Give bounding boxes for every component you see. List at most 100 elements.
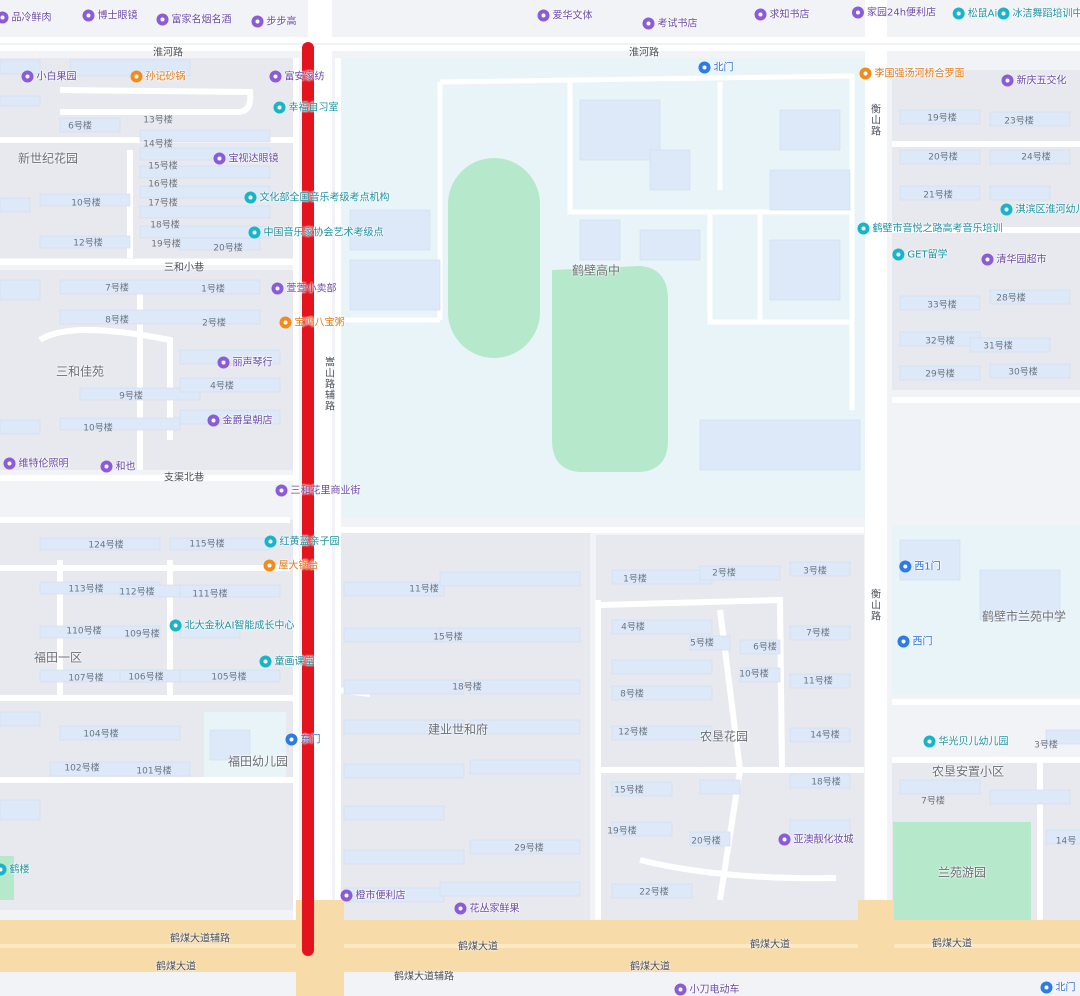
building-label: 15号楼 bbox=[614, 785, 644, 796]
poi-marker[interactable]: 和也 bbox=[100, 458, 136, 473]
poi-marker[interactable]: 华光贝儿幼儿园 bbox=[923, 733, 1009, 748]
poi-marker[interactable]: 宝视达眼镜 bbox=[213, 150, 279, 165]
poi-marker[interactable]: 丽声琴行 bbox=[217, 354, 273, 369]
poi-label: 鹤壁市音悦之路高考音乐培训 bbox=[872, 223, 1003, 235]
building-label: 112号楼 bbox=[119, 587, 155, 598]
poi-marker[interactable]: 淇滨区淮河幼儿园 bbox=[1000, 201, 1080, 216]
building-footprint bbox=[59, 725, 181, 741]
poi-marker[interactable]: 步步高 bbox=[251, 13, 297, 28]
shop-icon bbox=[981, 253, 994, 266]
area-label[interactable]: 农垦安置小区 bbox=[932, 763, 1004, 780]
school-icon bbox=[273, 101, 286, 114]
poi-label: 东门 bbox=[300, 734, 321, 746]
building-label: 106号楼 bbox=[128, 672, 164, 683]
poi-marker[interactable]: 宝鸡八宝粥 bbox=[279, 314, 345, 329]
area-label[interactable]: 新世纪花园 bbox=[18, 150, 78, 167]
poi-marker[interactable]: 新庆五交化 bbox=[1001, 72, 1067, 87]
poi-marker[interactable]: 北大金秋AI智能成长中心 bbox=[169, 617, 294, 632]
poi-marker[interactable]: GET留学 bbox=[892, 246, 948, 261]
shop-icon bbox=[0, 11, 9, 24]
building-label: 4号楼 bbox=[621, 622, 645, 633]
poi-label: 亚澳靓化妆城 bbox=[793, 834, 854, 846]
poi-marker[interactable]: 李国强汤河桥合罗面 bbox=[859, 65, 965, 80]
building-label: 30号楼 bbox=[1008, 367, 1038, 378]
poi-marker[interactable]: 富家名烟名酒 bbox=[156, 11, 232, 26]
building-footprint bbox=[343, 849, 465, 865]
poi-marker[interactable]: 小白果园 bbox=[21, 68, 77, 83]
poi-marker[interactable]: 鹤壁市音悦之路高考音乐培训 bbox=[857, 220, 1003, 235]
area-label[interactable]: 福田一区 bbox=[34, 649, 82, 666]
building-footprint bbox=[579, 99, 661, 161]
shop-icon bbox=[271, 282, 284, 295]
shop-icon bbox=[754, 8, 767, 21]
poi-marker[interactable]: 小刀电动车 bbox=[674, 981, 740, 996]
poi-label: 李国强汤河桥合罗面 bbox=[874, 68, 965, 80]
building-label: 14号楼 bbox=[143, 139, 173, 150]
poi-marker[interactable]: 维特伦照明 bbox=[3, 455, 69, 470]
road-label: 鹤煤大道 bbox=[458, 941, 498, 953]
building-label: 9号楼 bbox=[119, 391, 143, 402]
poi-marker[interactable]: 考试书店 bbox=[642, 15, 698, 30]
area-label[interactable]: 兰苑游园 bbox=[938, 864, 986, 881]
poi-label: 北门 bbox=[1055, 982, 1076, 994]
shop-icon bbox=[207, 414, 220, 427]
shop-icon bbox=[251, 15, 264, 28]
building-label: 15号楼 bbox=[433, 632, 463, 643]
poi-marker[interactable]: 孙记砂锅 bbox=[130, 68, 186, 83]
poi-marker[interactable]: 萱萱小卖部 bbox=[271, 280, 337, 295]
poi-marker[interactable]: 金爵皇朝店 bbox=[207, 412, 273, 427]
poi-marker[interactable]: 西门 bbox=[897, 633, 933, 648]
poi-label: 新庆五交化 bbox=[1016, 75, 1067, 87]
poi-marker[interactable]: 童画课堂 bbox=[259, 653, 315, 668]
poi-marker[interactable]: 文化部全国音乐考级考点机构 bbox=[244, 189, 390, 204]
shop-icon bbox=[269, 70, 282, 83]
poi-marker[interactable]: 鹤楼 bbox=[0, 861, 30, 876]
poi-marker[interactable]: 爱华文体 bbox=[537, 7, 593, 22]
poi-label: GET留学 bbox=[907, 249, 948, 261]
building-label: 104号楼 bbox=[83, 729, 119, 740]
area-label[interactable]: 福田幼儿园 bbox=[228, 753, 288, 770]
road-label: 鹤煤大道 bbox=[750, 939, 790, 951]
poi-marker[interactable]: 亚澳靓化妆城 bbox=[778, 831, 854, 846]
road-label: 鹤煤大道 bbox=[630, 961, 670, 973]
poi-marker[interactable]: 花丛家鲜果 bbox=[454, 900, 520, 915]
area-label[interactable]: 三和佳苑 bbox=[56, 363, 104, 380]
poi-label: 富家名烟名酒 bbox=[171, 14, 232, 26]
poi-marker[interactable]: 东门 bbox=[285, 731, 321, 746]
poi-marker[interactable]: 博士眼镜 bbox=[82, 7, 138, 22]
building-label: 1号楼 bbox=[623, 574, 647, 585]
poi-marker[interactable]: 松鼠Ai bbox=[952, 5, 997, 20]
poi-marker[interactable]: 三和花里商业街 bbox=[275, 482, 361, 497]
area-label[interactable]: 鹤壁市兰苑中学 bbox=[982, 608, 1066, 625]
poi-marker[interactable]: 幸福自习室 bbox=[273, 99, 339, 114]
area-label[interactable]: 建业世和府 bbox=[428, 721, 488, 738]
poi-label: 金爵皇朝店 bbox=[222, 415, 273, 427]
area-label[interactable]: 农垦花园 bbox=[700, 728, 748, 745]
building-label: 20号楼 bbox=[928, 152, 958, 163]
poi-marker[interactable]: 北门 bbox=[698, 59, 734, 74]
building-footprint bbox=[611, 659, 713, 675]
building-label: 10号楼 bbox=[739, 669, 769, 680]
shop-icon bbox=[21, 70, 34, 83]
building-footprint bbox=[469, 759, 581, 775]
poi-marker[interactable]: 求知书店 bbox=[754, 6, 810, 21]
shop-icon bbox=[851, 6, 864, 19]
poi-marker[interactable]: 屋大锅台 bbox=[263, 557, 319, 572]
poi-marker[interactable]: 北门 bbox=[1040, 979, 1076, 994]
poi-marker[interactable]: 红黄蓝亲子园 bbox=[264, 533, 340, 548]
poi-label: 求知书店 bbox=[769, 9, 810, 21]
poi-marker[interactable]: 品冷鲜肉 bbox=[0, 9, 52, 24]
restaurant-icon bbox=[263, 559, 276, 572]
poi-label: 花丛家鲜果 bbox=[469, 903, 520, 915]
poi-marker[interactable]: 橙市便利店 bbox=[340, 887, 406, 902]
poi-marker[interactable]: 清华园超市 bbox=[981, 251, 1047, 266]
building-label: 17号楼 bbox=[148, 198, 178, 209]
area-label[interactable]: 鹤壁高中 bbox=[572, 262, 620, 279]
restaurant-icon bbox=[130, 70, 143, 83]
poi-marker[interactable]: 西1门 bbox=[899, 558, 941, 573]
shop-icon bbox=[642, 17, 655, 30]
poi-marker[interactable]: 富安家纺 bbox=[269, 68, 325, 83]
poi-marker[interactable]: 中国音乐家协会艺术考级点 bbox=[248, 224, 384, 239]
poi-marker[interactable]: 冰洁舞蹈培训中心 bbox=[997, 5, 1080, 20]
poi-marker[interactable]: 家园24h便利店 bbox=[851, 4, 936, 19]
